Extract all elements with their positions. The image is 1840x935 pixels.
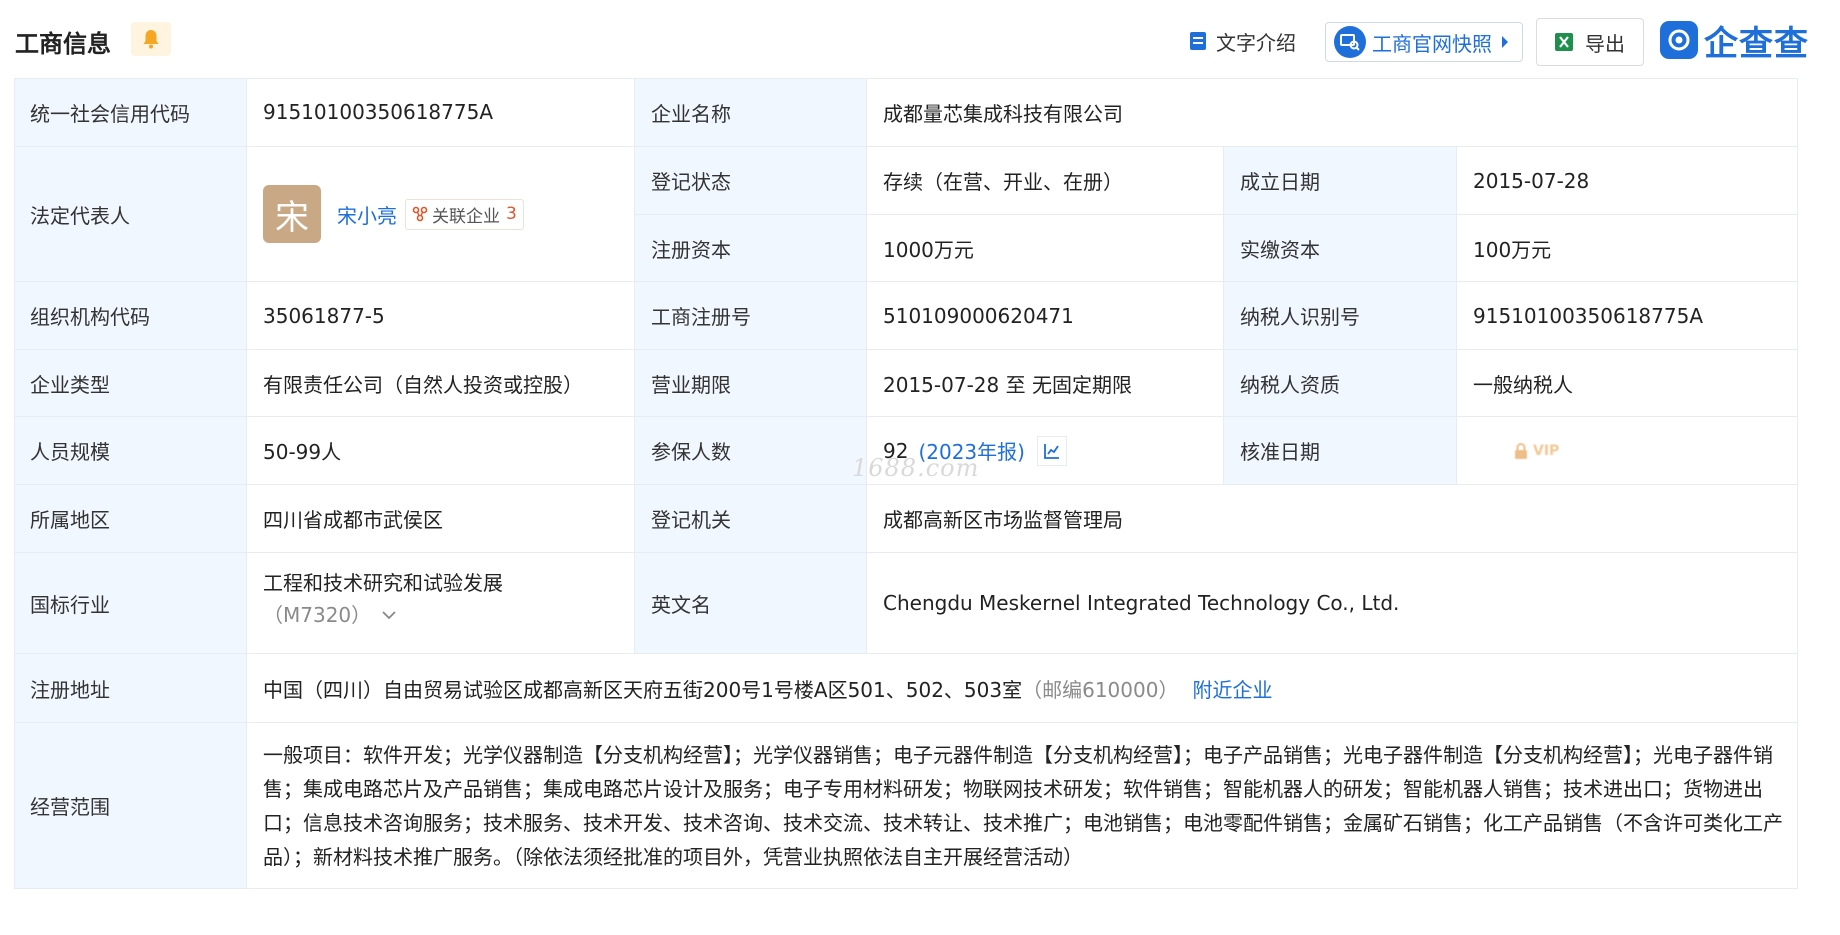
label-est-date: 成立日期 xyxy=(1224,147,1457,215)
label-reg-address: 注册地址 xyxy=(14,654,247,723)
label-approve-date: 核准日期 xyxy=(1224,417,1457,485)
value-paid-capital: 100万元 xyxy=(1457,215,1798,282)
industry-cell: 工程和技术研究和试验发展 （M7320） xyxy=(247,553,635,654)
snapshot-label: 工商官网快照 xyxy=(1372,31,1492,56)
value-taxpayer-id: 91510100350618775A xyxy=(1457,282,1798,350)
value-reg-capital: 1000万元 xyxy=(867,215,1224,282)
text-intro-button[interactable]: 文字介绍 xyxy=(1188,22,1296,60)
related-count: 3 xyxy=(506,204,517,224)
value-credit-code: 91510100350618775A xyxy=(247,78,635,147)
label-legal-rep: 法定代表人 xyxy=(14,147,247,282)
label-reg-capital: 注册资本 xyxy=(635,215,867,282)
snapshot-icon xyxy=(1334,26,1366,58)
value-region: 四川省成都市武侯区 xyxy=(247,485,635,553)
label-insured: 参保人数 xyxy=(635,417,867,485)
label-paid-capital: 实缴资本 xyxy=(1224,215,1457,282)
value-industry: 工程和技术研究和试验发展 xyxy=(263,571,503,595)
value-biz-term: 2015-07-28 至 无固定期限 xyxy=(867,350,1224,417)
trend-chart-icon xyxy=(1044,443,1059,459)
official-snapshot-button[interactable]: 工商官网快照 xyxy=(1325,22,1523,62)
label-org-code: 组织机构代码 xyxy=(14,282,247,350)
label-english-name: 英文名 xyxy=(635,553,867,654)
relation-icon xyxy=(412,206,428,222)
reg-address-cell: 中国（四川）自由贸易试验区成都高新区天府五街200号1号楼A区501、502、5… xyxy=(247,654,1798,723)
legal-rep-name-link[interactable]: 宋小亮 xyxy=(337,200,397,229)
label-reg-authority: 登记机关 xyxy=(635,485,867,553)
label-industry: 国标行业 xyxy=(14,553,247,654)
value-reg-address: 中国（四川）自由贸易试验区成都高新区天府五街200号1号楼A区501、502、5… xyxy=(263,677,1023,702)
postcode: （邮编610000） xyxy=(1022,677,1179,702)
label-credit-code: 统一社会信用代码 xyxy=(14,78,247,147)
vip-locked-value[interactable]: VIP xyxy=(1513,442,1559,460)
brand-mark-icon xyxy=(1660,21,1698,59)
avatar: 宋 xyxy=(263,185,321,243)
related-label: 关联企业 xyxy=(432,206,500,227)
related-companies-button[interactable]: 关联企业 3 xyxy=(405,198,524,230)
label-biz-term: 营业期限 xyxy=(635,350,867,417)
export-label: 导出 xyxy=(1585,31,1625,56)
excel-icon xyxy=(1555,33,1573,51)
legal-rep-cell: 宋 宋小亮 关联企业 3 xyxy=(247,147,635,282)
label-company-name: 企业名称 xyxy=(635,78,867,147)
label-taxpayer-id: 纳税人识别号 xyxy=(1224,282,1457,350)
value-staff-size: 50-99人 xyxy=(247,417,635,485)
label-region: 所属地区 xyxy=(14,485,247,553)
document-icon xyxy=(1190,32,1206,50)
label-biz-reg-no: 工商注册号 xyxy=(635,282,867,350)
trend-chart-button[interactable] xyxy=(1036,435,1067,466)
caret-right-icon xyxy=(1502,36,1508,48)
brand-logo: 企查查 xyxy=(1660,20,1809,64)
label-taxpayer-qual: 纳税人资质 xyxy=(1224,350,1457,417)
vip-badge: VIP xyxy=(1533,442,1560,459)
section-header: 工商信息 文字介绍 工商官网快照 导出 企查查 xyxy=(0,0,1840,78)
approve-date-cell: VIP xyxy=(1457,417,1798,485)
label-staff-size: 人员规模 xyxy=(14,417,247,485)
nearby-companies-link[interactable]: 附近企业 xyxy=(1192,674,1272,703)
text-intro-label: 文字介绍 xyxy=(1216,30,1296,55)
export-button[interactable]: 导出 xyxy=(1536,18,1644,66)
business-info-table: 统一社会信用代码 91510100350618775A 企业名称 成都量芯集成科… xyxy=(14,78,1798,889)
chevron-down-icon[interactable] xyxy=(381,610,397,620)
value-reg-status: 存续（在营、开业、在册） xyxy=(867,147,1224,215)
value-scope: 一般项目：软件开发；光学仪器制造【分支机构经营】；光学仪器销售；电子元器件制造【… xyxy=(247,723,1798,889)
value-biz-reg-no: 510109000620471 xyxy=(867,282,1224,350)
section-title: 工商信息 xyxy=(15,30,111,58)
bell-icon[interactable] xyxy=(131,22,171,56)
watermark: 1688.com xyxy=(852,454,980,482)
value-company-type: 有限责任公司（自然人投资或控股） xyxy=(247,350,635,417)
value-reg-authority: 成都高新区市场监督管理局 xyxy=(867,485,1798,553)
industry-code: （M7320） xyxy=(263,603,372,627)
label-scope: 经营范围 xyxy=(14,723,247,889)
lock-icon xyxy=(1515,442,1527,459)
label-company-type: 企业类型 xyxy=(14,350,247,417)
value-org-code: 35061877-5 xyxy=(247,282,635,350)
value-english-name: Chengdu Meskernel Integrated Technology … xyxy=(867,553,1798,654)
value-taxpayer-qual: 一般纳税人 xyxy=(1457,350,1798,417)
value-company-name: 成都量芯集成科技有限公司 xyxy=(867,78,1798,147)
label-reg-status: 登记状态 xyxy=(635,147,867,215)
value-est-date: 2015-07-28 xyxy=(1457,147,1798,215)
brand-name: 企查查 xyxy=(1704,23,1809,64)
